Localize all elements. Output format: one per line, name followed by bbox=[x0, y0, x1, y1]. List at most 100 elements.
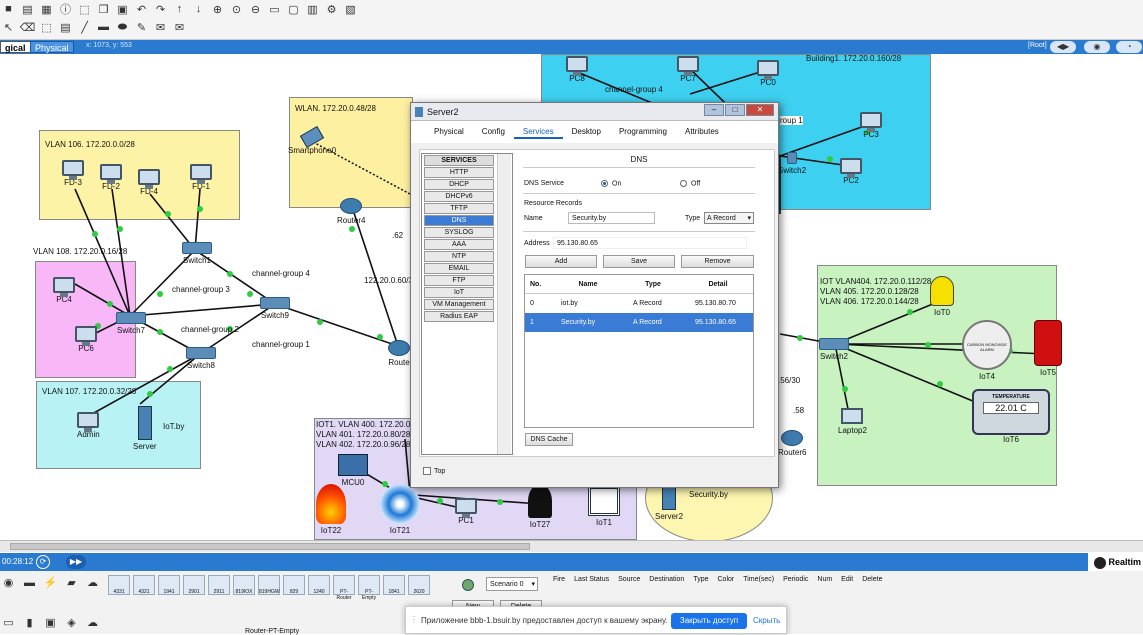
server-category-icon[interactable]: ▮ bbox=[21, 615, 38, 630]
switch8-device[interactable]: Switch8 bbox=[186, 347, 216, 370]
arrow-down-icon[interactable]: ↓ bbox=[190, 2, 207, 17]
model-1941[interactable]: 1941 bbox=[158, 575, 180, 595]
top-checkbox[interactable]: Top bbox=[423, 467, 445, 475]
fd3-device[interactable]: FD-3 bbox=[62, 160, 84, 187]
mcu0-device[interactable]: MCU0 bbox=[338, 454, 368, 487]
redo-icon[interactable]: ↷ bbox=[152, 2, 169, 17]
pc0-device[interactable]: PC0 bbox=[757, 60, 779, 87]
service-tftp[interactable]: TFTP bbox=[424, 203, 494, 214]
complex-pdu-icon[interactable]: ✉ bbox=[171, 20, 188, 35]
zoom-out-icon[interactable]: ⊖ bbox=[247, 2, 264, 17]
sheet-icon[interactable]: ▧ bbox=[342, 2, 359, 17]
pc1-device[interactable]: PC1 bbox=[455, 498, 477, 525]
tab-physical[interactable]: Physical bbox=[425, 125, 473, 139]
remove-button[interactable]: Remove bbox=[681, 255, 754, 268]
inspect-icon[interactable]: ⬚ bbox=[38, 20, 55, 35]
copy-icon[interactable]: ❐ bbox=[95, 2, 112, 17]
service-iot[interactable]: IoT bbox=[424, 287, 494, 298]
service-dhcp[interactable]: DHCP bbox=[424, 179, 494, 190]
pc8-device[interactable]: PC8 bbox=[566, 56, 588, 83]
paste-icon[interactable]: ▣ bbox=[114, 2, 131, 17]
draw-line-icon[interactable]: ╱ bbox=[76, 20, 93, 35]
model-1240[interactable]: 1240 bbox=[308, 575, 330, 595]
pc2-device[interactable]: PC2 bbox=[840, 158, 862, 185]
viewport-button[interactable]: ◉ bbox=[1084, 41, 1110, 53]
print-icon[interactable]: ▦ bbox=[38, 2, 55, 17]
horizontal-scrollbar[interactable] bbox=[0, 540, 1143, 552]
pc7-device[interactable]: PC7 bbox=[677, 56, 699, 83]
undo-icon[interactable]: ↶ bbox=[133, 2, 150, 17]
delete-icon[interactable]: ⌫ bbox=[19, 20, 36, 35]
building-switch2-device[interactable]: Switch2 bbox=[778, 152, 806, 175]
power-cycle-icon[interactable]: ⟳ bbox=[36, 555, 50, 569]
laptop2-device[interactable]: Laptop2 bbox=[838, 408, 867, 435]
drag-handle-icon[interactable]: ⋮ bbox=[410, 615, 418, 624]
wireless-category-icon[interactable]: ◈ bbox=[63, 615, 80, 630]
model-819hgw[interactable]: 819HGW bbox=[258, 575, 280, 595]
scrollbar-thumb[interactable] bbox=[10, 543, 530, 550]
model-4321[interactable]: 4321 bbox=[133, 575, 155, 595]
lightning-icon[interactable]: ⚡ bbox=[42, 575, 59, 590]
fd4-device[interactable]: FD-4 bbox=[138, 169, 160, 196]
pc3-device[interactable]: PC3 bbox=[860, 112, 882, 139]
zoom-in-icon[interactable]: ⊕ bbox=[209, 2, 226, 17]
pc6-device[interactable]: PC6 bbox=[75, 326, 97, 353]
router4-device[interactable]: Router4 bbox=[337, 198, 365, 225]
scenario-select[interactable]: Scenario 0 ▾ bbox=[486, 577, 538, 591]
zoom-reset-icon[interactable]: ⊙ bbox=[228, 2, 245, 17]
pc4-device[interactable]: PC4 bbox=[53, 277, 75, 304]
model-1841[interactable]: 1841 bbox=[383, 575, 405, 595]
new-file-icon[interactable]: ■ bbox=[0, 2, 17, 17]
tab-attributes[interactable]: Attributes bbox=[676, 125, 728, 139]
service-radius-eap[interactable]: Radius EAP bbox=[424, 311, 494, 322]
back-button[interactable]: ◀▶ bbox=[1050, 41, 1076, 53]
server-device[interactable]: Server bbox=[133, 406, 157, 451]
dns-cache-button[interactable]: DNS Cache bbox=[525, 433, 573, 446]
draw-rect-icon[interactable]: ▬ bbox=[95, 20, 112, 35]
fd2-device[interactable]: FD-2 bbox=[100, 164, 122, 191]
switch-category-icon[interactable]: ▬ bbox=[21, 575, 38, 590]
router-category-icon[interactable]: ◉ bbox=[0, 575, 17, 590]
switch1-device[interactable]: Switch1 bbox=[182, 242, 212, 265]
hide-link[interactable]: Скрыть bbox=[753, 616, 780, 625]
iot0-device[interactable]: IoT0 bbox=[930, 276, 954, 317]
model-4331[interactable]: 4331 bbox=[108, 575, 130, 595]
cloud-sub-icon[interactable]: ☁ bbox=[84, 615, 101, 630]
service-ftp[interactable]: FTP bbox=[424, 275, 494, 286]
folder-category-icon[interactable]: ▰ bbox=[63, 575, 80, 590]
tab-config[interactable]: Config bbox=[473, 125, 514, 139]
table-row[interactable]: 1 Security.by A Record 95.130.80.65 bbox=[525, 313, 753, 332]
physical-tab[interactable]: Physical bbox=[30, 41, 74, 53]
address-field[interactable]: 95.130.80.65 bbox=[553, 237, 747, 249]
switch9-device[interactable]: Switch9 bbox=[260, 297, 290, 320]
settings-icon[interactable]: ⚙ bbox=[323, 2, 340, 17]
realtime-mode[interactable]: Realtim bbox=[1088, 553, 1143, 571]
model-819iox[interactable]: 819IOX bbox=[233, 575, 255, 595]
service-email[interactable]: EMAIL bbox=[424, 263, 494, 274]
fast-forward-icon[interactable]: ▶▶ bbox=[66, 555, 86, 569]
fd1-device[interactable]: FD-1 bbox=[190, 164, 212, 191]
freeform-icon[interactable]: ✎ bbox=[133, 20, 150, 35]
router6-device[interactable]: Router6 bbox=[778, 430, 806, 457]
admin-device[interactable]: Admin bbox=[77, 412, 100, 439]
service-aaa[interactable]: AAA bbox=[424, 239, 494, 250]
cloud-category-icon[interactable]: ☁ bbox=[84, 575, 101, 590]
maximize-button[interactable]: □ bbox=[725, 104, 745, 116]
name-field[interactable]: Security.by bbox=[568, 212, 655, 224]
iot6-device[interactable]: TEMPERATURE 22.01 C IoT6 bbox=[972, 389, 1050, 444]
info-icon[interactable]: ⓘ bbox=[57, 2, 74, 17]
minimize-button[interactable]: – bbox=[704, 104, 724, 116]
cluster-button[interactable]: ◔ bbox=[1116, 41, 1142, 53]
services-scrollbar[interactable] bbox=[497, 154, 511, 454]
logical-tab[interactable]: gical bbox=[0, 41, 31, 53]
switch2-device[interactable]: Switch2 bbox=[819, 338, 849, 361]
iot21-device[interactable]: IoT21 bbox=[380, 484, 420, 535]
dialog-title-bar[interactable]: Server2 – □ ✕ bbox=[411, 103, 778, 121]
switch7-device[interactable]: Switch7 bbox=[116, 312, 146, 335]
service-dhcpv6[interactable]: DHCPv6 bbox=[424, 191, 494, 202]
tab-desktop[interactable]: Desktop bbox=[563, 125, 610, 139]
open-folder-icon[interactable]: ▤ bbox=[19, 2, 36, 17]
service-dns[interactable]: DNS bbox=[424, 215, 494, 226]
model-829[interactable]: 829 bbox=[283, 575, 305, 595]
pc-category-icon[interactable]: ▭ bbox=[0, 615, 17, 630]
